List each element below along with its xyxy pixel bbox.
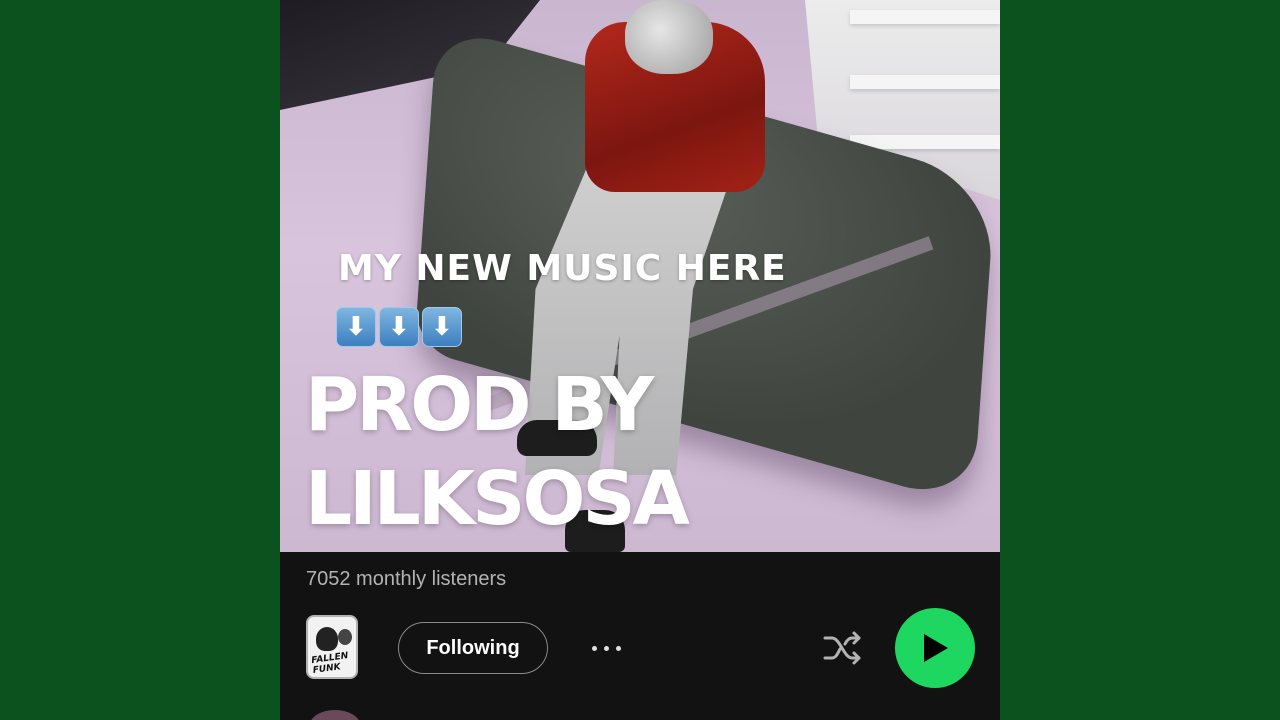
artist-page: MY NEW MUSIC HERE ⬇ ⬇ ⬇ PROD BY LILKSOSA…: [280, 0, 1000, 720]
arrow-emoji-row: ⬇ ⬇ ⬇: [336, 307, 462, 347]
monthly-listeners: 7052 monthly listeners: [306, 568, 507, 590]
more-dots-icon: [615, 645, 621, 651]
avatar-figure: [316, 627, 338, 651]
banner-text: MY NEW MUSIC HERE: [338, 248, 787, 289]
artist-name: PROD BY LILKSOSA: [305, 362, 690, 542]
background-photo-shelf: [850, 10, 1000, 24]
more-dots-icon: [603, 645, 609, 651]
artist-avatar[interactable]: FALLEN FUNK: [306, 615, 358, 679]
more-options-button[interactable]: [586, 632, 626, 664]
down-arrow-icon: ⬇: [336, 307, 376, 347]
background-photo-person-hat: [625, 0, 713, 74]
down-arrow-icon: ⬇: [379, 307, 419, 347]
play-button[interactable]: [895, 608, 975, 688]
shuffle-button[interactable]: [822, 628, 864, 668]
avatar-logo-text: FALLEN FUNK: [310, 650, 349, 676]
shuffle-icon: [823, 631, 861, 665]
next-section-thumbnail: [310, 710, 360, 720]
following-button[interactable]: Following: [398, 622, 548, 674]
down-arrow-icon: ⬇: [422, 307, 462, 347]
background-photo-shelf: [850, 75, 1000, 89]
artist-header-image: MY NEW MUSIC HERE ⬇ ⬇ ⬇ PROD BY LILKSOSA: [280, 0, 1000, 552]
avatar-figure: [338, 629, 352, 645]
more-dots-icon: [591, 645, 597, 651]
play-icon: [924, 634, 948, 662]
